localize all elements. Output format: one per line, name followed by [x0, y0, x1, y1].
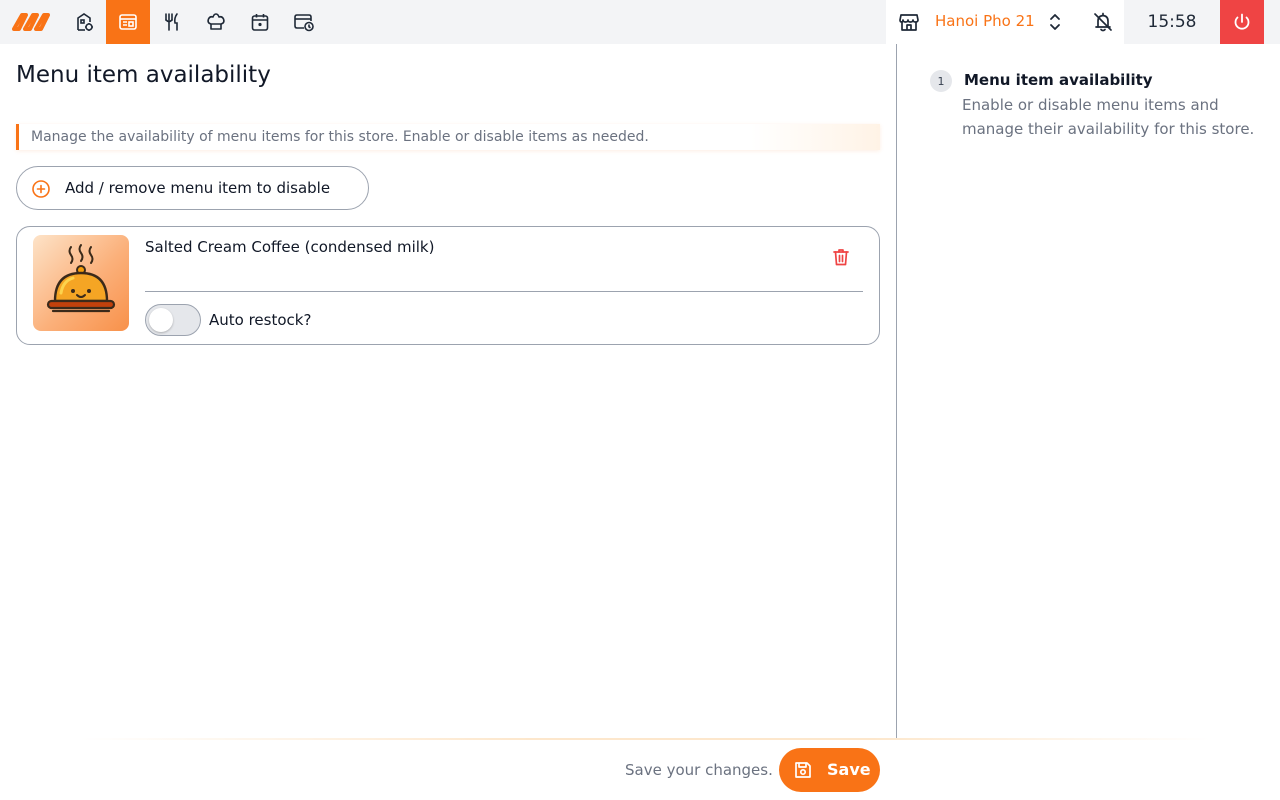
save-button[interactable]: Save	[779, 748, 880, 792]
main-content: Menu item availability Manage the availa…	[0, 44, 896, 738]
menu-item-card: Salted Cream Coffee (condensed milk) Aut…	[16, 226, 880, 345]
chef-hat-icon[interactable]	[194, 0, 238, 44]
bell-off-icon[interactable]	[1092, 11, 1114, 37]
clock: 15:58	[1147, 12, 1197, 32]
brand-logo-icon[interactable]	[0, 0, 62, 44]
info-banner: Manage the availability of menu items fo…	[16, 124, 880, 150]
auto-restock-toggle[interactable]	[145, 304, 201, 336]
item-thumbnail	[33, 235, 129, 331]
page-title: Menu item availability	[16, 62, 271, 88]
add-remove-item-button[interactable]: Add / remove menu item to disable	[16, 166, 369, 210]
calendar-icon[interactable]	[238, 0, 282, 44]
auto-restock-label: Auto restock?	[209, 311, 312, 329]
floppy-disk-icon	[793, 760, 813, 784]
divider	[145, 291, 863, 292]
add-button-label: Add / remove menu item to disable	[65, 179, 331, 197]
card-clock-icon[interactable]	[282, 0, 326, 44]
menu-availability-icon[interactable]	[106, 0, 150, 44]
step-title[interactable]: Menu item availability	[964, 71, 1153, 89]
power-icon[interactable]	[1220, 0, 1264, 44]
main-nav	[0, 0, 326, 44]
info-text: Manage the availability of menu items fo…	[31, 129, 649, 145]
food-cloche-icon	[46, 244, 116, 313]
fork-knife-icon[interactable]	[150, 0, 194, 44]
chevron-up-down-icon[interactable]	[1046, 12, 1064, 36]
save-hint: Save your changes.	[625, 761, 773, 779]
item-name: Salted Cream Coffee (condensed milk)	[145, 238, 435, 256]
plus-circle-icon	[31, 179, 51, 203]
toggle-knob	[149, 308, 173, 332]
store-name[interactable]: Hanoi Pho 21	[935, 12, 1035, 30]
step-number: 1	[930, 70, 952, 92]
trash-icon[interactable]	[831, 247, 851, 271]
storefront-icon	[898, 11, 920, 37]
side-panel: 1 Menu item availability Enable or disab…	[897, 44, 1280, 738]
store-settings-icon[interactable]	[62, 0, 106, 44]
save-button-label: Save	[827, 760, 871, 779]
step-description: Enable or disable menu items and manage …	[962, 96, 1255, 138]
footer-divider	[80, 738, 1210, 740]
top-bar: Hanoi Pho 21 15:58	[0, 0, 1280, 44]
store-selector[interactable]: Hanoi Pho 21	[886, 0, 1124, 44]
